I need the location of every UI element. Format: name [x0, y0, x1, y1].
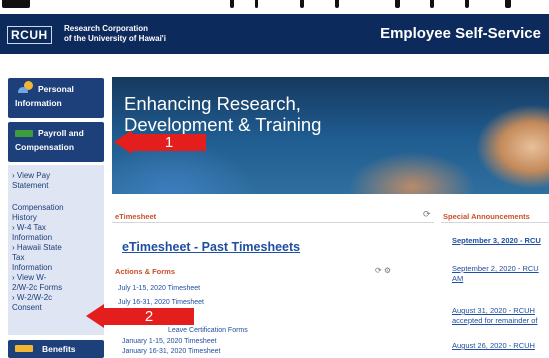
sidebar-item-payroll-compensation[interactable]: Payroll and Compensation — [8, 122, 104, 162]
etimesheet-divider — [112, 222, 434, 223]
app-title: Employee Self-Service — [380, 25, 541, 42]
actions-forms-label: Actions & Forms — [115, 267, 176, 276]
announcement-sept-2-time[interactable]: AM — [452, 274, 463, 283]
annotation-arrow-1-head — [114, 130, 132, 154]
org-name: Research Corporation of the University o… — [64, 24, 166, 44]
submenu-compensation-history-2[interactable]: History — [12, 213, 37, 223]
annotation-arrow-2: 2 — [104, 308, 194, 325]
annotation-number-1: 1 — [164, 134, 174, 151]
submenu-w4-tax-information-2[interactable]: Information — [12, 233, 52, 243]
leave-certification-forms-link[interactable]: Leave Certification Forms — [168, 327, 248, 334]
submenu-hawaii-state-tax-2[interactable]: Tax — [12, 253, 24, 263]
timesheet-link-january-16-31[interactable]: January 16-31, 2020 Timesheet — [122, 348, 220, 355]
org-name-line2: of the University of Hawai'i — [64, 34, 166, 43]
banner-title-line1: Enhancing Research, — [124, 93, 301, 114]
timesheet-link-january-1-15[interactable]: January 1-15, 2020 Timesheet — [122, 338, 217, 345]
announcement-sept-2[interactable]: September 2, 2020 - RCU — [452, 264, 539, 273]
annotation-number-2: 2 — [144, 308, 154, 325]
banner-title-line2: Development & Training — [124, 114, 322, 135]
scan-mark — [395, 0, 400, 8]
submenu-hawaii-state-tax[interactable]: › Hawaii State — [12, 243, 62, 253]
submenu-view-pay-statement[interactable]: › View Pay — [12, 171, 50, 181]
scan-mark — [230, 0, 234, 8]
sidebar-personal-label-1: Personal — [38, 84, 74, 94]
refresh-icon[interactable]: ⟳ — [423, 209, 431, 220]
sidebar-benefits-label: Benefits — [42, 344, 76, 354]
sidebar-item-benefits[interactable]: Benefits — [8, 340, 104, 358]
submenu-compensation-history[interactable]: Compensation — [12, 203, 64, 213]
money-icon — [15, 130, 33, 137]
rcuh-logo: RCUH — [7, 26, 52, 44]
submenu-w2-consent[interactable]: › W-2/W-2c — [12, 293, 52, 303]
announcement-sept-3[interactable]: September 3, 2020 - RCU — [452, 236, 541, 245]
scan-mark — [430, 0, 434, 8]
announcement-aug-31-2[interactable]: accepted for remainder of — [452, 316, 537, 325]
actions-toolbar-icons[interactable]: ⟳ ⚙ — [375, 266, 391, 275]
annotation-arrow-2-head — [86, 304, 104, 328]
annotation-arrow-1: 1 — [132, 134, 206, 151]
scan-mark — [300, 0, 304, 8]
benefits-icon — [15, 345, 33, 352]
scan-mark — [335, 0, 339, 8]
scan-mark — [465, 0, 469, 8]
sidebar-item-personal-information[interactable]: Personal Information — [8, 78, 104, 118]
submenu-view-w2-forms[interactable]: › View W- — [12, 273, 46, 283]
timesheet-link-july-16-31[interactable]: July 16-31, 2020 Timesheet — [118, 299, 204, 306]
submenu-w4-tax-information[interactable]: › W-4 Tax — [12, 223, 46, 233]
submenu-hawaii-state-tax-3[interactable]: Information — [12, 263, 52, 273]
etimesheet-title-link[interactable]: eTimesheet - Past Timesheets — [122, 240, 300, 254]
person-body-icon — [18, 87, 28, 93]
timesheet-link-july-1-15[interactable]: July 1-15, 2020 Timesheet — [118, 285, 200, 292]
scan-mark — [505, 0, 511, 8]
scan-mark — [255, 0, 258, 8]
submenu-view-pay-statement-2[interactable]: Statement — [12, 181, 48, 191]
submenu-view-w2-forms-2[interactable]: 2/W-2c Forms — [12, 283, 62, 293]
org-name-line1: Research Corporation — [64, 24, 149, 33]
scan-mark — [2, 0, 30, 8]
special-announcements-label: Special Announcements — [443, 212, 530, 221]
etimesheet-panel-label: eTimesheet — [115, 212, 157, 221]
sidebar-payroll-label-1: Payroll and — [38, 128, 84, 138]
announcement-aug-26[interactable]: August 26, 2020 - RCUH — [452, 341, 535, 350]
announcement-aug-31[interactable]: August 31, 2020 - RCUH — [452, 306, 535, 315]
sidebar-personal-label-2: Information — [15, 98, 62, 108]
app-header: RCUH Research Corporation of the Univers… — [0, 14, 549, 54]
submenu-w2-consent-2[interactable]: Consent — [12, 303, 42, 313]
sidebar-payroll-label-2: Compensation — [15, 142, 75, 152]
scan-top-strip — [0, 0, 549, 14]
special-divider — [441, 222, 549, 223]
